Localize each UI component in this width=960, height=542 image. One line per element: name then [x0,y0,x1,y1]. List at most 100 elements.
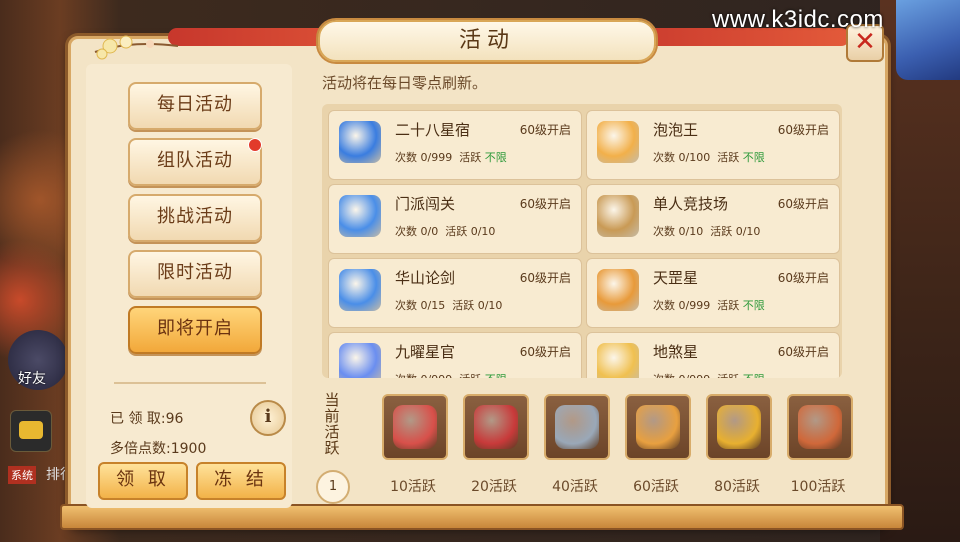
activity-name: 华山论剑 [395,269,456,287]
freeze-button[interactable]: 冻 结 [196,462,286,500]
reward-slot[interactable] [544,394,610,460]
activity-level: 60级开启 [519,271,571,285]
reward-slot[interactable] [706,394,772,460]
blue-crystal-icon [339,343,381,378]
refresh-notice: 活动将在每日零点刷新。 [322,74,488,92]
treasure-chest-icon [717,405,761,449]
activity-card[interactable]: 泡泡王 60级开启 次数 0/100 活跃 不限 [586,110,840,180]
active-label: 活跃 [717,151,740,164]
active-label: 活跃 [452,299,475,312]
money-bag-icon [636,405,680,449]
reward-slot[interactable] [382,394,448,460]
plum-blossom-icon [94,35,179,60]
activity-name: 地煞星 [653,343,699,361]
claimed-count: 已 领 取:96 [110,411,184,427]
key-icon [555,405,599,449]
info-button[interactable]: i [250,400,286,436]
system-tag: 系统 [8,466,36,484]
activity-name: 二十八星宿 [395,121,471,139]
claim-button[interactable]: 领 取 [98,462,188,500]
active-label: 活跃 [459,373,481,378]
category-limited-button[interactable]: 限时活动 [128,250,262,298]
active-value: 不限 [742,151,765,164]
activity-card[interactable]: 地煞星 60级开启次数 0/999 活跃 不限 [586,332,840,378]
activity-card[interactable]: 门派闯关 60级开启次数 0/0 活跃 0/10 [328,184,582,254]
activity-stats: 次数 0/15 活跃 0/10 [395,297,502,313]
category-upcoming-button[interactable]: 即将开启 [128,306,262,354]
category-challenge-button[interactable]: 挑战活动 [128,194,262,242]
gem-bag-icon [474,405,518,449]
count-value: 0/999 [420,151,453,164]
count-label: 次数 [653,225,675,238]
activity-card[interactable]: 单人竞技场 60级开启次数 0/10 活跃 0/10 [586,184,840,254]
activity-stats: 次数 0/999 活跃 不限 [653,371,765,378]
active-label: 活跃 [445,225,468,238]
notification-dot [248,138,262,152]
count-value: 0/0 [420,225,439,238]
activity-level: 60级开启 [777,345,829,359]
count-value: 0/100 [678,151,711,164]
active-label: 活跃 [459,151,482,164]
bubble-face-icon [597,121,639,163]
reward-slot[interactable] [625,394,691,460]
count-value: 0/999 [421,373,453,378]
chat-bubble-icon [19,421,43,439]
chat-button[interactable] [10,410,52,452]
gold-bar-icon [597,343,639,378]
category-team-button[interactable]: 组队活动 [128,138,262,186]
red-scroll-icon [798,405,842,449]
scroll-icon [597,195,639,237]
activity-level: 60级开启 [777,123,829,137]
reward-threshold-label: 40活跃 [552,479,598,495]
activity-level: 60级开启 [777,197,829,211]
count-label: 次数 [653,373,675,378]
reward-threshold-label: 100活跃 [790,479,846,495]
activity-card[interactable]: 九曜星官 60级开启次数 0/999 活跃 不限 [328,332,582,378]
player-avatar[interactable] [896,0,960,80]
activity-name: 门派闯关 [395,195,456,213]
multiplier-points: 多倍点数:1900 [110,441,207,457]
reward-threshold-label: 10活跃 [390,479,436,495]
dragon-pet-icon [393,405,437,449]
watermark: www.k3idc.com [712,6,884,33]
category-daily-button[interactable]: 每日活动 [128,82,262,130]
count-value: 0/999 [679,373,711,378]
reward-slot[interactable] [787,394,853,460]
blue-gem-icon [339,121,381,163]
active-value: 0/10 [477,299,503,312]
count-label: 次数 [653,151,675,164]
activity-name: 泡泡王 [653,121,699,139]
active-label: 活跃 [717,299,740,312]
count-value: 0/10 [678,225,704,238]
reward-threshold-label: 80活跃 [714,479,760,495]
active-value: 不限 [742,299,765,312]
activity-stats: 次数 0/999 活跃 不限 [653,297,765,313]
activity-level: 60级开启 [519,345,571,359]
current-activity-value: 1 [316,470,350,504]
activity-stats: 次数 0/999 活跃 不限 [395,149,507,165]
activity-stats: 次数 0/10 活跃 0/10 [653,223,760,239]
reward-slot[interactable] [463,394,529,460]
activity-stats: 次数 0/0 活跃 0/10 [395,223,495,239]
reward-threshold-label: 20活跃 [471,479,517,495]
active-label: 活跃 [717,373,739,378]
game-background-right [880,0,960,542]
activity-level: 60级开启 [519,197,571,211]
active-label: 活跃 [710,225,733,238]
category-sidebar: 每日活动 组队活动 挑战活动 限时活动 即将开启 已 领 取:96 多倍点数:1… [86,64,292,508]
activity-card[interactable]: 二十八星宿 60级开启 次数 0/999 活跃 不限 [328,110,582,180]
activity-card[interactable]: 天罡星 60级开启 次数 0/999 活跃 不限 [586,258,840,328]
crystal-ball-icon [339,269,381,311]
count-label: 次数 [395,225,417,238]
activity-card[interactable]: 华山论剑 60级开启次数 0/15 活跃 0/10 [328,258,582,328]
activity-level: 60级开启 [519,123,571,137]
activity-stats: 次数 0/100 活跃 不限 [653,149,765,165]
reward-threshold-label: 60活跃 [633,479,679,495]
count-label: 次数 [395,151,417,164]
crystal-ball-icon [339,195,381,237]
count-value: 0/15 [420,299,446,312]
activity-list[interactable]: 二十八星宿 60级开启 次数 0/999 活跃 不限 泡泡王 60级开启 次数 0/100… [322,104,842,378]
friend-label: 好友 [18,371,46,387]
active-value: 不限 [484,151,507,164]
activity-name: 单人竞技场 [653,195,729,213]
